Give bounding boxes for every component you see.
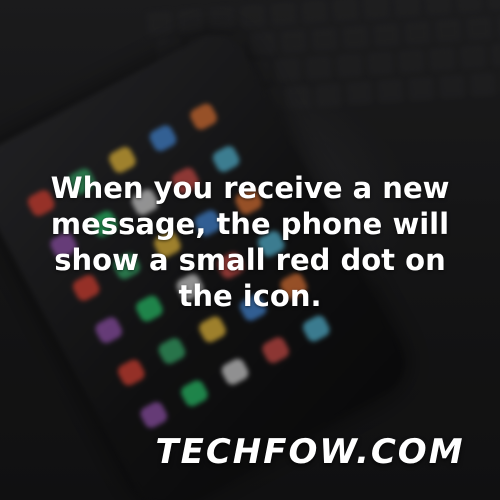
hero-image: When you receive a new message, the phon… <box>0 0 500 500</box>
caption-text: When you receive a new message, the phon… <box>50 171 450 313</box>
site-watermark: TECHFOW.COM <box>155 432 465 472</box>
